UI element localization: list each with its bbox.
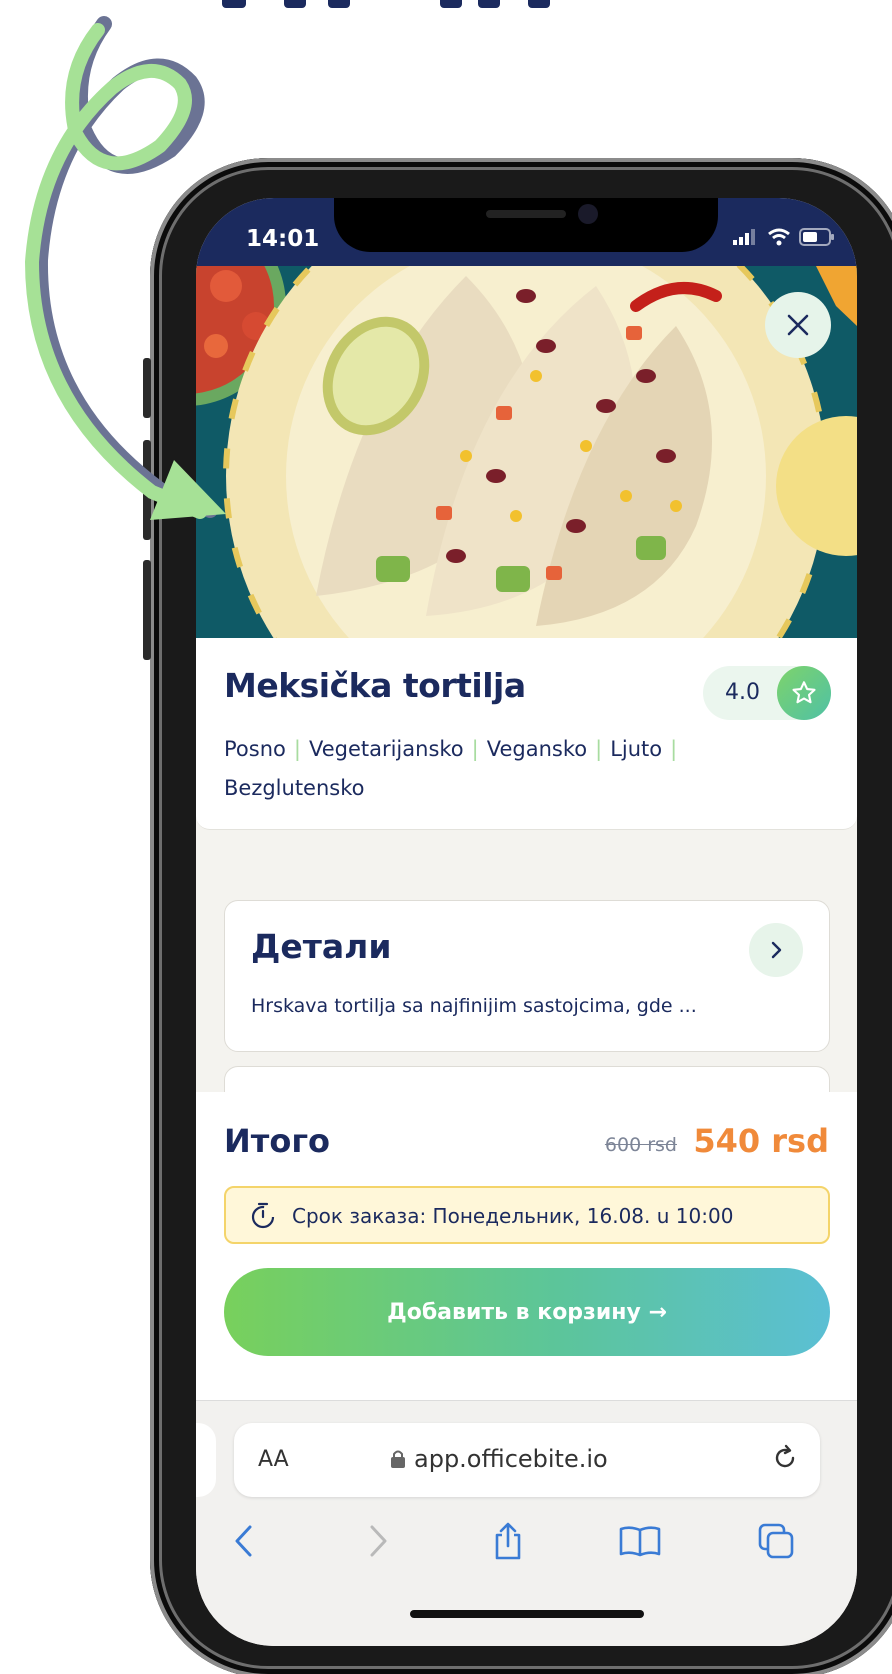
details-title: Детали — [251, 927, 392, 966]
tag: Vegansko — [486, 737, 588, 761]
battery-icon — [799, 228, 834, 246]
product-photo — [196, 266, 857, 638]
reload-icon[interactable] — [770, 1443, 800, 1473]
book-icon — [619, 1526, 661, 1557]
address-bar[interactable]: AA app.officebite.io — [234, 1423, 820, 1497]
diet-tags: Posno | Vegetarijansko | Vegansko | Ljuto | Bezg… — [224, 730, 784, 808]
url-text[interactable]: app.officebite.io — [414, 1445, 608, 1473]
tag-separator: | — [471, 737, 479, 761]
wifi-icon — [768, 228, 790, 246]
rating-value: 4.0 — [725, 680, 760, 705]
details-description: Hrskava tortilja sa najfinijim sastojcim… — [251, 995, 697, 1017]
chevron-right-icon — [370, 1525, 387, 1557]
checkout-panel: Итого 600 rsd 540 rsd Срок заказа: Понед… — [196, 1092, 857, 1400]
curly-arrow-decoration — [24, 16, 226, 520]
tag: Posno — [224, 737, 286, 761]
phone-volume-down — [143, 560, 151, 660]
new-price: 540 rsd — [693, 1122, 829, 1160]
tabs-icon — [758, 1523, 794, 1559]
promo-canvas: 14:01 Meksička tortilja 4.0 Posno | Vege… — [0, 0, 892, 1674]
back-button[interactable] — [220, 1517, 268, 1565]
star-icon — [792, 681, 816, 704]
close-icon — [787, 314, 809, 336]
order-deadline-banner: Срок заказа: Понедельник, 16.08. u 10:00 — [224, 1186, 830, 1244]
status-bar: 14:01 — [196, 198, 857, 266]
close-button[interactable] — [765, 292, 831, 358]
order-deadline-text: Срок заказа: Понедельник, 16.08. u 10:00 — [292, 1204, 734, 1228]
tabs-button[interactable] — [752, 1517, 800, 1565]
home-indicator — [410, 1610, 644, 1618]
tag-separator: | — [293, 737, 301, 761]
tag: Bezglutensko — [224, 776, 365, 800]
phone-notch — [334, 198, 718, 252]
product-name: Meksička tortilja — [224, 666, 526, 705]
details-card[interactable]: Детали Hrskava tortilja sa najfinijim sa… — [224, 900, 830, 1052]
tag-separator: | — [670, 737, 678, 761]
text-size-button[interactable]: AA — [258, 1447, 289, 1472]
front-camera — [578, 204, 598, 224]
details-expand-button[interactable] — [749, 923, 803, 977]
old-price: 600 rsd — [604, 1134, 677, 1156]
tag-separator: | — [595, 737, 603, 761]
browser-toolbar — [196, 1517, 857, 1573]
total-label: Итого — [224, 1122, 331, 1160]
share-button[interactable] — [484, 1517, 532, 1565]
product-info-card: Meksička tortilja 4.0 Posno | Vegetarijans… — [196, 638, 857, 830]
add-to-cart-button[interactable]: Добавить в корзину → — [224, 1268, 830, 1356]
speaker-grille — [486, 210, 566, 218]
status-icons — [733, 228, 835, 246]
rating-star-button[interactable] — [777, 666, 831, 720]
timer-icon — [251, 1202, 275, 1229]
previous-tab-stub — [196, 1423, 216, 1497]
bookmarks-button[interactable] — [616, 1517, 664, 1565]
rating-badge[interactable]: 4.0 — [703, 666, 831, 720]
tag: Vegetarijansko — [308, 737, 464, 761]
phone-screen: 14:01 Meksička tortilja 4.0 Posno | Vege… — [196, 198, 857, 1646]
tag: Ljuto — [610, 737, 663, 761]
forward-button[interactable] — [354, 1517, 402, 1565]
cellular-signal-icon — [733, 229, 755, 245]
share-icon — [495, 1522, 521, 1560]
chevron-left-icon — [235, 1525, 252, 1557]
lock-icon — [391, 1450, 405, 1468]
chevron-right-icon — [771, 941, 782, 959]
